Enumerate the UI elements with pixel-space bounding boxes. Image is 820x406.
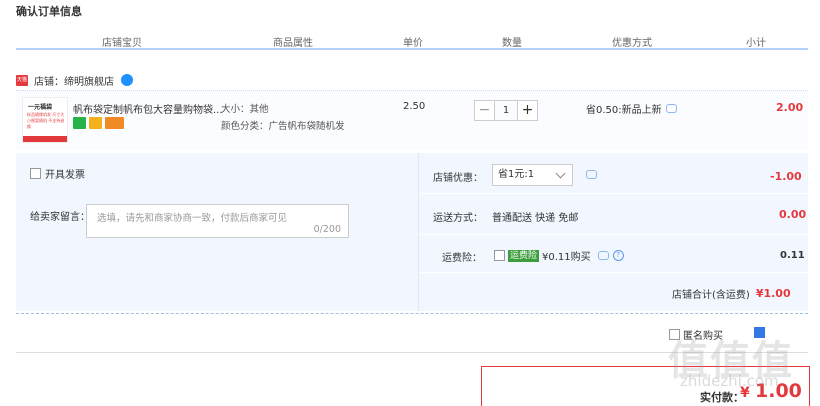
comment-icon[interactable] [665, 104, 677, 113]
invoice-option[interactable]: 开具发票 [30, 166, 85, 181]
chat-seller-icon[interactable] [121, 74, 133, 86]
item-name-link[interactable]: 帆布袋定制帆布包大容量购物袋... [73, 101, 223, 116]
payment-label: 实付款： [700, 391, 744, 404]
item-attr-size: 大小：其他 [221, 104, 269, 115]
item-subtotal: 2.00 [776, 101, 804, 114]
item-attr-color: 颜色分类：广告帆布袋随机发 [221, 121, 345, 132]
item-promotion: 省0.50:新品上新 [586, 101, 677, 116]
insurance-label: 运费险： [442, 253, 482, 264]
promotion-text: 省0.50:新品上新 [586, 105, 662, 116]
column-header-attributes: 商品属性 [273, 38, 313, 49]
thumbnail-subtitle: 样品随缘机发 尺寸大小图案随机 不支持退换 [27, 112, 65, 129]
message-label: 给卖家留言： [30, 212, 90, 223]
shop-discount-label: 店铺优惠： [433, 173, 483, 184]
quantity-input[interactable]: 1 [495, 100, 517, 121]
invoice-checkbox[interactable] [30, 168, 41, 179]
column-header-promotion: 优惠方式 [612, 38, 652, 49]
header-divider [16, 48, 808, 50]
comment-icon[interactable] [597, 251, 609, 260]
item-row [16, 90, 808, 150]
column-header-subtotal: 小计 [746, 38, 766, 49]
help-icon[interactable]: ? [612, 250, 624, 261]
shipping-amount: 0.00 [779, 208, 807, 221]
message-placeholder: 选填，请先和商家协商一致，付款后商家可见 [97, 213, 288, 224]
watermark-url: zhidezhi.com [680, 372, 779, 390]
quantity-decrease-button[interactable]: − [474, 100, 495, 121]
shop-discount-value: -1.00 [770, 170, 802, 183]
shop-total: 店铺合计(含运费) ¥1.00 [672, 286, 791, 301]
credit-card-icon [105, 117, 124, 129]
divider [419, 234, 808, 235]
unit-price: 2.50 [403, 101, 426, 112]
seller-message-input[interactable]: 选填，请先和商家协商一致，付款后商家可见 0/200 [86, 204, 349, 238]
column-header-shop-item: 店铺宝贝 [102, 38, 142, 49]
shop-name-link[interactable]: 店铺：缔明旗舰店 [34, 73, 114, 88]
invoice-label: 开具发票 [45, 170, 85, 181]
insurance-checkbox[interactable] [494, 250, 505, 261]
divider [419, 193, 808, 194]
thumbnail-bar [23, 136, 67, 142]
message-char-counter: 0/200 [313, 224, 341, 235]
shipping-method: 普通配送 快递 免邮 [492, 213, 579, 224]
thumbnail-title: 一元福袋 [28, 104, 53, 111]
chevron-down-icon [555, 168, 566, 179]
insurance-tag: 运费险 [508, 249, 540, 262]
shop-discount-selected: 省1元:1 [498, 169, 535, 180]
page-title: 确认订单信息 [16, 5, 82, 18]
section-divider [16, 313, 808, 314]
service-badges [73, 117, 124, 129]
shop-discount-select[interactable]: 省1元:1 [492, 164, 573, 186]
quantity-stepper: − 1 + [474, 100, 538, 121]
shop-row: 天猫 店铺：缔明旗舰店 [16, 72, 133, 88]
insurance-option[interactable]: 运费险 ¥0.11购买 ? [494, 248, 624, 263]
shipping-label: 运送方式： [433, 213, 483, 224]
column-header-price: 单价 [403, 38, 423, 49]
guarantee-icon [89, 117, 102, 129]
seven-day-return-icon [73, 117, 86, 129]
divider [419, 272, 808, 273]
insurance-price: ¥0.11购买 [542, 252, 591, 263]
shop-total-value: ¥1.00 [755, 287, 791, 300]
insurance-amount: 0.11 [780, 250, 805, 261]
comment-icon[interactable] [586, 170, 597, 179]
column-header-quantity: 数量 [502, 38, 522, 49]
quantity-increase-button[interactable]: + [517, 100, 538, 121]
item-thumbnail[interactable]: 一元福袋 样品随缘机发 尺寸大小图案随机 不支持退换 [22, 97, 68, 143]
shop-total-label: 店铺合计(含运费) [672, 290, 750, 301]
tmall-icon: 天猫 [16, 74, 28, 86]
